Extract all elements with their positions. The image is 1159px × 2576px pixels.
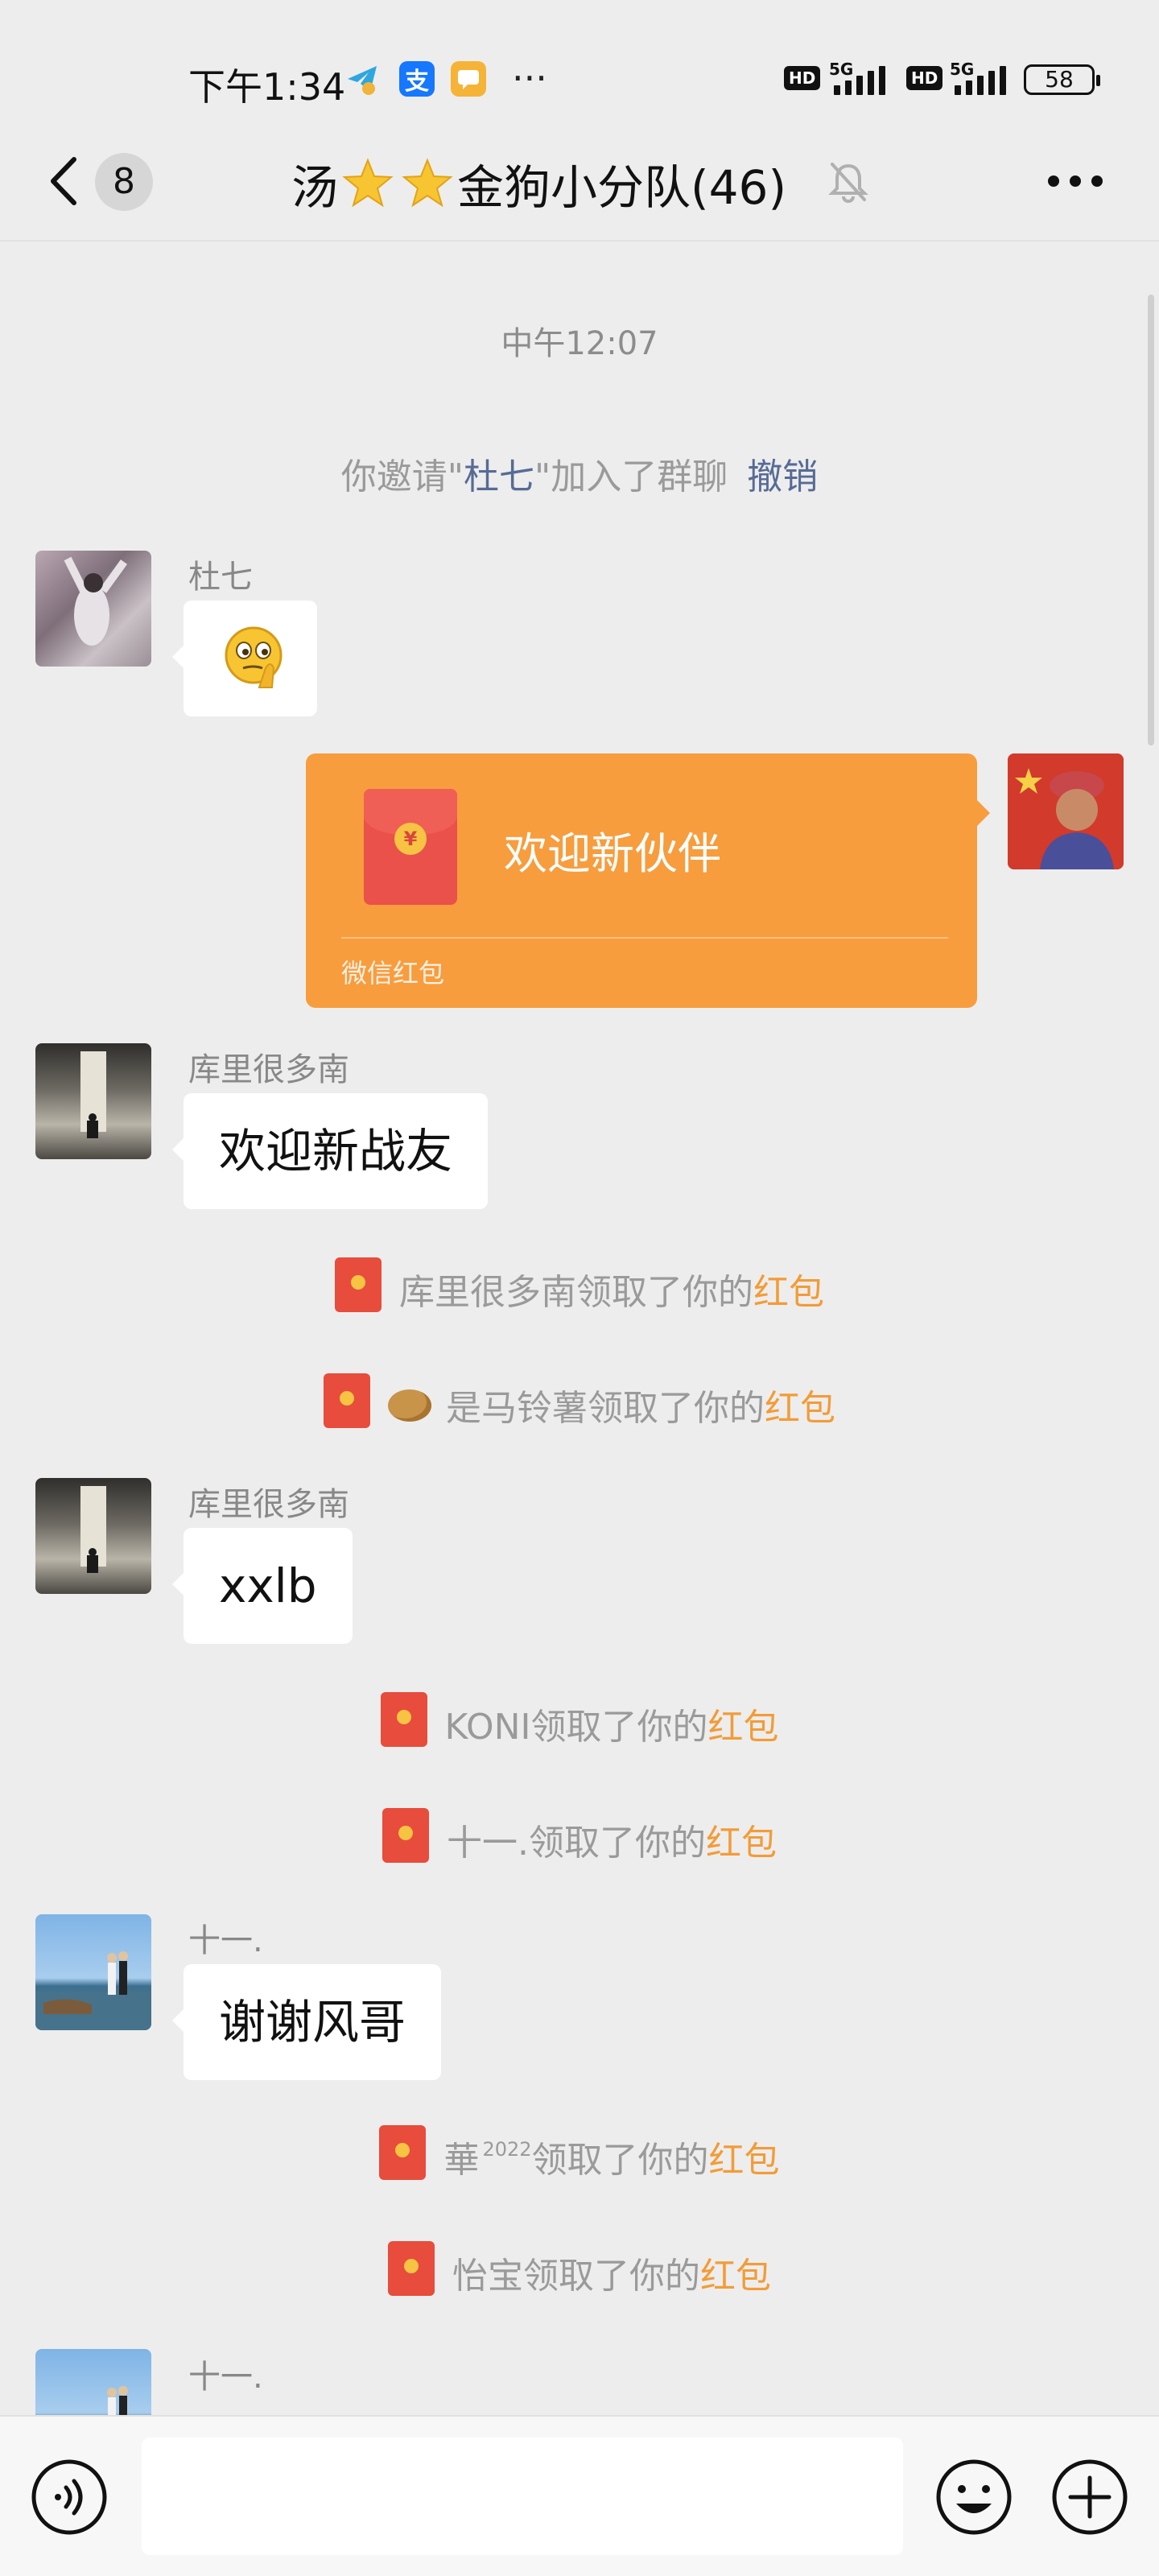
- claim-text: 领取了你的: [530, 1707, 708, 1748]
- signal-icon: 5G: [950, 60, 1022, 97]
- divider: [341, 937, 948, 939]
- text-message[interactable]: 欢迎新战友: [171, 1093, 489, 1209]
- hd-indicator: HD: [906, 66, 943, 90]
- claim-text: 领取了你的: [576, 1272, 753, 1313]
- more-icon[interactable]: [1046, 174, 1104, 188]
- claimer-name-sup: 2022: [482, 2138, 532, 2161]
- red-packet-message[interactable]: ¥ 欢迎新伙伴 微信红包: [306, 753, 990, 1008]
- potato-icon: [388, 1389, 431, 1422]
- status-bar: 下午1:34 支 ··· HD 5G HD 5G 58: [0, 0, 1159, 121]
- claimer-name: 十一.: [447, 1823, 529, 1864]
- red-packet-icon: [380, 1692, 427, 1747]
- invitee-name-link[interactable]: 杜七: [464, 456, 534, 497]
- red-packet-caption: 微信红包: [341, 958, 445, 989]
- red-packet-icon: [324, 1373, 370, 1428]
- chat-message-list[interactable]: 中午12:07 你邀请"杜七"加入了群聊 撤销 杜七 ¥ 欢迎新伙伴 微信红包 …: [0, 242, 1159, 2415]
- claim-text: 领取了你的: [529, 1823, 706, 1864]
- red-packet-claim-notice: 库里很多南领取了你的红包: [0, 1257, 1159, 1315]
- red-packet-claim-notice: 華 2022领取了你的红包: [0, 2125, 1159, 2182]
- claimer-name: 库里很多南: [399, 1272, 576, 1313]
- sender-name: 十一.: [188, 2359, 263, 2396]
- claimer-name: KONI: [444, 1707, 531, 1748]
- input-bar: [0, 2415, 1159, 2576]
- sender-name: 杜七: [188, 559, 253, 596]
- claim-text: 领取了你的: [588, 1388, 765, 1429]
- red-packet-link[interactable]: 红包: [700, 2256, 771, 2297]
- signal-icon: 5G: [829, 60, 901, 97]
- network-gen: 5G: [950, 60, 975, 79]
- notes-icon: [451, 61, 486, 97]
- red-packet-icon: [379, 2125, 427, 2180]
- red-packet-icon: [388, 2241, 435, 2296]
- avatar[interactable]: [35, 551, 151, 667]
- invite-notice: 你邀请"杜七"加入了群聊 撤销: [0, 448, 1159, 499]
- voice-icon[interactable]: [29, 2457, 109, 2537]
- text-message[interactable]: 谢谢风哥: [171, 1964, 442, 2080]
- red-packet-link[interactable]: 红包: [706, 1823, 777, 1864]
- red-packet-link[interactable]: 红包: [707, 1707, 778, 1748]
- status-overflow: ···: [512, 56, 547, 100]
- claim-text: 领取了你的: [531, 2140, 709, 2181]
- red-packet-claim-notice: 怡宝领取了你的红包: [0, 2241, 1159, 2298]
- avatar[interactable]: [35, 1478, 151, 1594]
- avatar[interactable]: [35, 1914, 151, 2030]
- red-packet-claim-notice: 是马铃薯领取了你的红包: [0, 1373, 1159, 1430]
- star-icon: [402, 158, 453, 208]
- plus-icon[interactable]: [1050, 2457, 1130, 2537]
- title-prefix: 汤: [291, 160, 339, 215]
- red-packet-icon: [335, 1257, 382, 1312]
- star-icon: [342, 158, 394, 208]
- hd-indicator: HD: [784, 66, 821, 90]
- alipay-icon: 支: [399, 61, 435, 97]
- invite-prefix: 你邀请": [340, 456, 464, 497]
- invite-suffix: "加入了群聊: [534, 456, 728, 497]
- network-gen: 5G: [829, 60, 854, 79]
- sticker-message[interactable]: [172, 601, 317, 716]
- avatar[interactable]: [35, 1043, 151, 1159]
- red-packet-icon: ¥: [364, 789, 457, 905]
- time-divider: 中午12:07: [501, 325, 658, 362]
- title-suffix: 金狗小分队(46): [457, 160, 787, 215]
- red-packet-icon: [382, 1808, 429, 1863]
- red-packet-link[interactable]: 红包: [753, 1272, 824, 1313]
- red-packet-link[interactable]: 红包: [709, 2140, 780, 2181]
- battery-icon: 58: [1024, 64, 1100, 95]
- unread-badge[interactable]: 8: [95, 153, 153, 211]
- message-input[interactable]: [142, 2438, 903, 2555]
- sender-name: 库里很多南: [188, 1051, 349, 1088]
- claimer-name: 是马铃薯: [446, 1388, 588, 1429]
- text-message[interactable]: xxlb: [172, 1528, 353, 1644]
- red-packet-link[interactable]: 红包: [765, 1388, 835, 1429]
- chat-header: 8 汤 金狗小分队(46): [0, 121, 1159, 242]
- avatar[interactable]: [35, 2349, 151, 2415]
- mute-bell-icon: [828, 163, 868, 204]
- claimer-name: 華: [443, 2140, 480, 2181]
- emoji-icon[interactable]: [934, 2457, 1014, 2537]
- red-packet-title: 欢迎新伙伴: [504, 828, 721, 879]
- revoke-link[interactable]: 撤销: [747, 456, 818, 497]
- avatar[interactable]: [1008, 753, 1124, 869]
- status-time: 下午1:34: [188, 65, 346, 109]
- sender-name: 十一.: [188, 1922, 263, 1959]
- sender-name: 库里很多南: [188, 1486, 349, 1523]
- red-packet-claim-notice: 十一.领取了你的红包: [0, 1808, 1159, 1865]
- claimer-name: 怡宝: [452, 2256, 523, 2297]
- red-packet-claim-notice: KONI领取了你的红包: [0, 1692, 1159, 1749]
- claim-text: 领取了你的: [523, 2256, 700, 2297]
- back-icon[interactable]: [42, 155, 90, 208]
- thinking-face-icon: [225, 626, 283, 688]
- chat-title[interactable]: 汤 金狗小分队(46): [291, 150, 786, 217]
- telegram-icon: [344, 61, 380, 97]
